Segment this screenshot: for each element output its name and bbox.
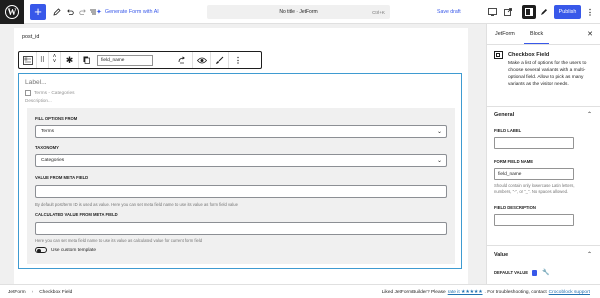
taxonomy-label: TAXONOMY xyxy=(35,145,59,150)
block-label[interactable]: Label... xyxy=(25,79,47,86)
field-description-label: FIELD DESCRIPTION xyxy=(494,205,536,210)
sidebar-tabs: JetForm Block ✕ xyxy=(487,24,600,45)
checkbox-field-block[interactable]: Label... Terms - Categories Description.… xyxy=(18,73,462,269)
calculated-meta-label: CALCULATED VALUE FROM META FIELD xyxy=(35,212,118,217)
styles-pen-icon[interactable] xyxy=(538,0,550,24)
view-icon[interactable] xyxy=(486,0,498,24)
wordpress-w-icon: W xyxy=(5,5,19,19)
form-field-name-label: FORM FIELD NAME xyxy=(494,159,534,164)
style-brush-icon[interactable] xyxy=(211,52,229,68)
generate-form-ai-button[interactable]: ✦ Generate Form with AI xyxy=(96,0,159,24)
top-toolbar: W + ✦ Generate Form with AI No title · Je… xyxy=(0,0,600,24)
transform-arrow-icon[interactable] xyxy=(175,56,189,64)
calculated-meta-input[interactable] xyxy=(35,222,447,235)
custom-template-toggle-row[interactable]: Use custom template xyxy=(35,247,96,253)
editor-app: W + ✦ Generate Form with AI No title · Je… xyxy=(0,0,600,298)
block-card-title: Checkbox Field xyxy=(508,52,550,58)
sidebar-icon xyxy=(525,8,533,16)
tab-jetform[interactable]: JetForm xyxy=(495,24,515,44)
field-label-label: FIELD LABEL xyxy=(494,128,522,133)
default-value-label: DEFAULT VALUE xyxy=(494,270,529,275)
breadcrumb-item-jetform[interactable]: JetForm xyxy=(8,290,26,295)
document-bar[interactable]: No title · JetForm Ctrl+K xyxy=(207,5,390,19)
settings-sidebar: JetForm Block ✕ Checkbox Field Make a li… xyxy=(486,24,600,284)
fill-options-select[interactable]: Terms ⌄ xyxy=(35,125,447,138)
meta-field-label: VALUE FROM META FIELD xyxy=(35,175,89,180)
wrench-icon[interactable]: 🔧 xyxy=(542,269,549,276)
field-name-group: field_name xyxy=(79,52,193,68)
custom-template-label: Use custom template xyxy=(51,247,97,253)
chevron-up-icon[interactable]: ⌃ xyxy=(587,251,592,258)
breadcrumb-item-checkbox-field[interactable]: Checkbox Field xyxy=(39,290,72,295)
value-panel-title[interactable]: Value xyxy=(494,252,508,258)
checkbox-option-text: Terms - Categories xyxy=(34,90,75,96)
form-canvas: post_id ⠿ ˄ ˅ ✱ field_name ⋮ Label... Te… xyxy=(14,28,468,284)
chevron-down-icon: ⌄ xyxy=(436,158,442,164)
rate-link[interactable]: rate it ★★★★★ xyxy=(448,290,483,295)
divider xyxy=(487,106,600,107)
footer-bar: JetForm › Checkbox Field Liked JetFormBu… xyxy=(0,284,600,298)
divider xyxy=(487,245,600,246)
meta-field-help: By default post/term ID is used as value… xyxy=(35,202,238,207)
block-description[interactable]: Description... xyxy=(25,98,52,103)
chevron-up-icon[interactable]: ⌃ xyxy=(587,111,592,118)
settings-gear-icon[interactable]: ✱ xyxy=(61,52,79,68)
publish-button[interactable]: Publish xyxy=(554,5,581,19)
breadcrumb: JetForm › Checkbox Field xyxy=(8,285,72,298)
block-type-icon[interactable] xyxy=(19,52,37,68)
chevron-down-icon: ⌄ xyxy=(436,129,442,135)
block-settings-panel: FILL OPTIONS FROM Terms ⌄ TAXONOMY Categ… xyxy=(27,108,455,264)
command-shortcut: Ctrl+K xyxy=(372,9,385,15)
default-value-row: DEFAULT VALUE 🔧 xyxy=(494,269,550,276)
block-toolbar: ⠿ ˄ ˅ ✱ field_name ⋮ xyxy=(18,51,262,69)
edit-tool-icon[interactable] xyxy=(51,0,63,24)
copy-icon[interactable] xyxy=(79,56,93,64)
add-block-button[interactable]: + xyxy=(30,4,46,20)
post-id-field[interactable]: post_id xyxy=(22,34,39,40)
block-more-options-icon[interactable]: ⋮ xyxy=(229,52,247,68)
undo-icon[interactable] xyxy=(64,0,76,24)
calculated-meta-help: Here you can set meta field name to use … xyxy=(35,238,203,243)
taxonomy-select[interactable]: Categories ⌄ xyxy=(35,154,447,167)
fill-options-label: FILL OPTIONS FROM xyxy=(35,116,78,121)
field-name-help: Should contain only lowercase Latin lett… xyxy=(494,183,575,195)
field-description-input[interactable] xyxy=(494,214,574,226)
wordpress-logo-icon[interactable]: W xyxy=(0,0,24,24)
checkbox-icon[interactable] xyxy=(25,90,31,96)
view-post-icon[interactable] xyxy=(502,0,514,24)
field-label-input[interactable] xyxy=(494,137,574,149)
document-title: No title · JetForm xyxy=(279,9,318,15)
move-up-down-icon[interactable]: ˄ ˅ xyxy=(49,52,61,68)
settings-sidebar-toggle[interactable] xyxy=(522,5,536,19)
options-kebab-icon[interactable]: ⋮ xyxy=(584,0,596,24)
drag-handle-icon[interactable]: ⠿ xyxy=(37,52,49,68)
support-link[interactable]: Crocoblock support xyxy=(549,290,590,295)
editor-canvas-area: post_id ⠿ ˄ ˅ ✱ field_name ⋮ Label... Te… xyxy=(0,24,486,284)
checkbox-option[interactable]: Terms - Categories xyxy=(25,90,75,96)
meta-field-input[interactable] xyxy=(35,185,447,198)
checkbox-block-icon xyxy=(494,51,503,59)
form-field-name-input[interactable]: field_name xyxy=(494,168,574,180)
sparkle-icon: ✦ xyxy=(96,9,102,16)
save-draft-button[interactable]: Save draft xyxy=(437,0,461,24)
tab-block[interactable]: Block xyxy=(524,24,550,44)
visibility-eye-icon[interactable] xyxy=(193,52,211,68)
footer-message: Liked JetFormBuilder? Please rate it ★★★… xyxy=(381,289,590,295)
database-icon[interactable] xyxy=(532,269,538,276)
general-panel-title[interactable]: General xyxy=(494,112,514,118)
block-card-description: Make a list of options for the users to … xyxy=(508,61,587,87)
breadcrumb-separator-icon: › xyxy=(31,289,34,295)
close-icon[interactable]: ✕ xyxy=(587,24,593,44)
field-name-input[interactable]: field_name xyxy=(97,54,153,66)
custom-template-toggle[interactable] xyxy=(35,247,47,253)
